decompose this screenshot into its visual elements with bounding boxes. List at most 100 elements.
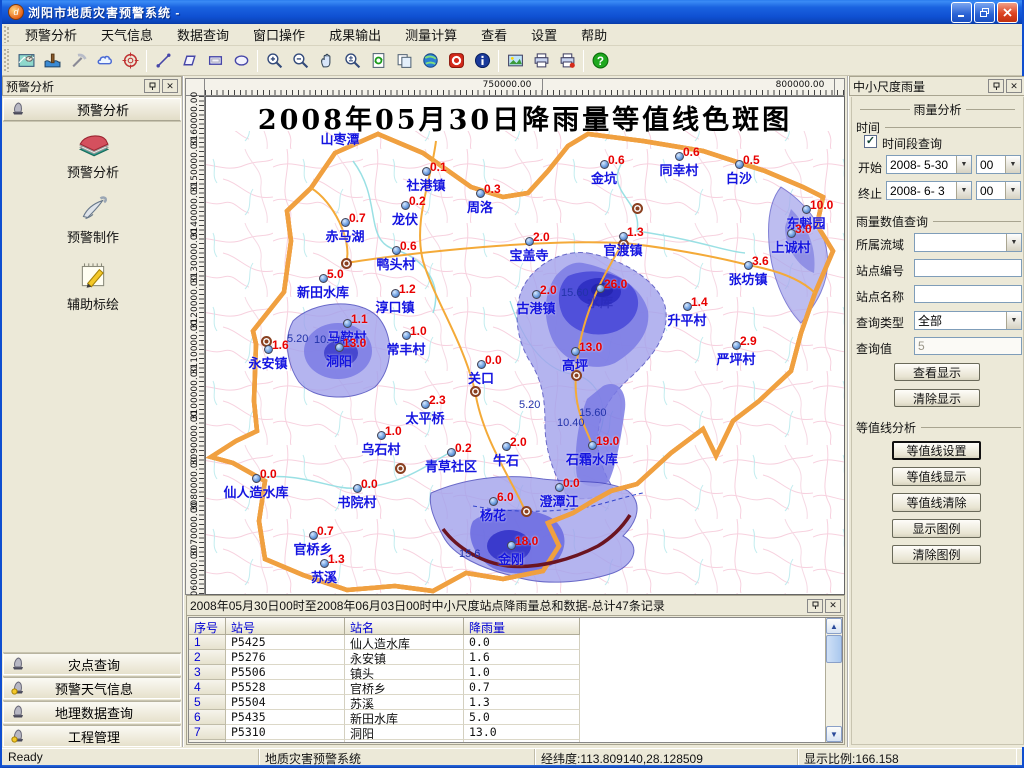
rectangle-tool-icon[interactable]	[202, 49, 228, 73]
image-export-icon[interactable]	[502, 49, 528, 73]
print-setup-icon[interactable]	[554, 49, 580, 73]
left-panel-titlebar: 预警分析 ✕	[2, 76, 182, 96]
station-rainfall-value: 3.6	[752, 254, 769, 268]
scroll-thumb[interactable]	[826, 635, 842, 663]
map-canvas[interactable]: 2008年05月30日降雨量等值线色斑图 15.605.2010.405.201…	[205, 96, 845, 595]
help-icon[interactable]: ?	[587, 49, 613, 73]
end-hour-combo[interactable]: 00▼	[976, 181, 1021, 200]
copy-icon[interactable]	[391, 49, 417, 73]
water-gauge-icon[interactable]	[39, 49, 65, 73]
contour-button-显示图例[interactable]: 显示图例	[892, 519, 981, 538]
field-combo-所属流域[interactable]: ▼	[914, 233, 1022, 252]
field-input-站点编号[interactable]	[914, 259, 1022, 277]
table-header-站号[interactable]: 站号	[226, 618, 345, 635]
refresh-icon[interactable]	[365, 49, 391, 73]
pin-icon[interactable]	[807, 599, 823, 613]
sidebar-item-预警制作[interactable]: 预警制作	[2, 191, 184, 246]
table-cell: P5425	[226, 635, 345, 650]
toolbar-separator	[583, 50, 584, 72]
sidebar-item-辅助标绘[interactable]: 辅助标绘	[2, 258, 184, 313]
close-icon[interactable]: ✕	[825, 599, 841, 613]
station-name-label: 古港镇	[516, 298, 555, 317]
sidebar-bar-预警天气信息[interactable]: 预警天气信息	[3, 677, 181, 699]
line-tool-icon[interactable]	[150, 49, 176, 73]
contour-button-等值线清除[interactable]: 等值线清除	[892, 493, 981, 512]
cloud-icon[interactable]	[91, 49, 117, 73]
left-panel-group-bar[interactable]: 预警分析	[3, 98, 181, 121]
close-button[interactable]	[997, 2, 1018, 23]
toolbar-grip[interactable]	[4, 49, 9, 72]
scroll-down-icon[interactable]: ▼	[826, 726, 842, 742]
field-input-站点名称[interactable]	[914, 285, 1022, 303]
ruler-left: 3160000.003150000.003140000.003130000.00…	[185, 96, 205, 595]
info-icon[interactable]	[469, 49, 495, 73]
sidebar-bar-地理数据查询[interactable]: 地理数据查询	[3, 701, 181, 723]
sidebar-item-预警分析[interactable]: 预警分析	[2, 126, 184, 181]
menu-item-8[interactable]: 帮助	[569, 22, 619, 47]
sidebar-bar-工程管理[interactable]: 工程管理	[3, 725, 181, 747]
station-rainfall-value: 6.0	[497, 490, 514, 504]
table-row[interactable]: 6P5435新田水库5.0	[189, 710, 580, 725]
menu-item-2[interactable]: 数据查询	[165, 22, 241, 47]
pin-icon[interactable]	[144, 79, 160, 93]
table-row[interactable]: 5P5504苏溪1.3	[189, 695, 580, 710]
pan-hand-icon[interactable]	[313, 49, 339, 73]
table-header-降雨量[interactable]: 降雨量	[464, 618, 580, 635]
print-icon[interactable]	[528, 49, 554, 73]
menu-item-0[interactable]: 预警分析	[13, 22, 89, 47]
menu-item-4[interactable]: 成果输出	[317, 22, 393, 47]
station-rainfall-value: 0.0	[361, 477, 378, 491]
menu-item-1[interactable]: 天气信息	[89, 22, 165, 47]
sidebar-bar-label: 预警天气信息	[30, 679, 158, 698]
menu-item-3[interactable]: 窗口操作	[241, 22, 317, 47]
menu-bar: 预警分析天气信息数据查询窗口操作成果输出测量计算查看设置帮助	[2, 24, 1022, 46]
zoom-out-icon[interactable]	[287, 49, 313, 73]
contour-button-清除图例[interactable]: 清除图例	[892, 545, 981, 564]
satellite-map-icon[interactable]	[13, 49, 39, 73]
end-date-combo[interactable]: 2008- 6- 3▼	[886, 181, 972, 200]
stop-icon[interactable]	[443, 49, 469, 73]
table-row[interactable]: 2P5276永安镇1.6	[189, 650, 580, 665]
table-row[interactable]: 7P5310洞阳13.0	[189, 725, 580, 740]
menu-grip[interactable]	[4, 26, 9, 43]
table-header-序号[interactable]: 序号	[189, 618, 226, 635]
close-icon[interactable]: ✕	[162, 79, 178, 93]
data-grid[interactable]: 序号站号站名降雨量 1P5425仙人造水库0.02P5276永安镇1.63P55…	[188, 617, 843, 743]
scroll-up-icon[interactable]: ▲	[826, 618, 842, 634]
restore-button[interactable]	[974, 2, 995, 23]
zoom-window-icon[interactable]	[339, 49, 365, 73]
close-icon[interactable]: ✕	[1006, 79, 1022, 93]
contour-button-等值线显示[interactable]: 等值线显示	[892, 467, 981, 486]
field-label-查询值: 查询值	[856, 340, 892, 357]
table-row[interactable]: 4P5528官桥乡0.7	[189, 680, 580, 695]
minimize-button[interactable]	[951, 2, 972, 23]
table-header-站名[interactable]: 站名	[345, 618, 464, 635]
menu-item-5[interactable]: 测量计算	[393, 22, 469, 47]
start-hour-combo[interactable]: 00▼	[976, 155, 1021, 174]
view-display-button[interactable]: 查看显示	[894, 363, 980, 381]
field-combo-查询类型[interactable]: 全部▼	[914, 311, 1022, 330]
clear-display-button[interactable]: 清除显示	[894, 389, 980, 407]
menu-item-7[interactable]: 设置	[519, 22, 569, 47]
contour-button-等值线设置[interactable]: 等值线设置	[892, 441, 981, 460]
zoom-in-icon[interactable]	[261, 49, 287, 73]
sidebar-bar-灾点查询[interactable]: 灾点查询	[3, 653, 181, 675]
pick-tool-icon[interactable]	[65, 49, 91, 73]
target-icon[interactable]	[117, 49, 143, 73]
table-row[interactable]: 3P5506镇头1.0	[189, 665, 580, 680]
table-row[interactable]: 1P5425仙人造水库0.0	[189, 635, 580, 650]
station-rainfall-value: 13.0	[579, 340, 602, 354]
ellipse-tool-icon[interactable]	[228, 49, 254, 73]
table-scrollbar[interactable]: ▲ ▼	[825, 618, 842, 742]
menu-item-6[interactable]: 查看	[469, 22, 519, 47]
station-rainfall-value: 2.0	[510, 435, 527, 449]
table-cell: 0.7	[464, 680, 580, 695]
station-name-label: 官渡镇	[603, 240, 642, 259]
table-row[interactable]: 8P5317马鞍村1.1	[189, 740, 580, 743]
start-date-combo[interactable]: 2008- 5-30▼	[886, 155, 972, 174]
chevron-down-icon: ▼	[1006, 234, 1021, 251]
polygon-tool-icon[interactable]	[176, 49, 202, 73]
pin-icon[interactable]	[988, 79, 1004, 93]
globe-icon[interactable]	[417, 49, 443, 73]
timespan-checkbox[interactable]: ✓	[864, 135, 877, 148]
